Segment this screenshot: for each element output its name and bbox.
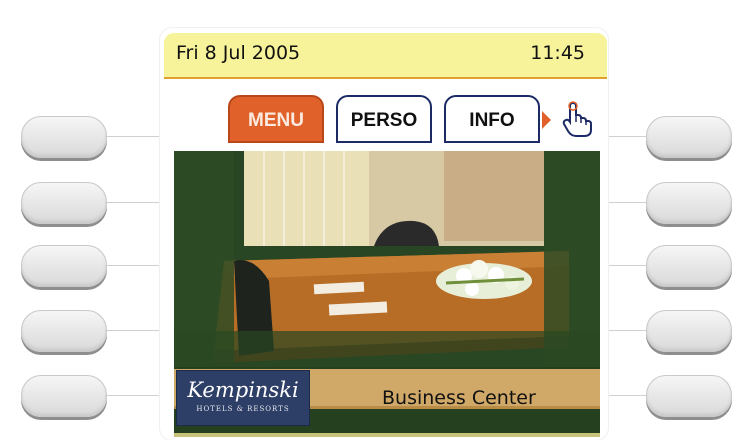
tab-perso[interactable]: PERSO	[336, 95, 432, 143]
left-softkey-2[interactable]	[21, 182, 107, 224]
business-center-photo	[174, 151, 600, 367]
right-softkey-1[interactable]	[646, 116, 732, 158]
left-softkey-1[interactable]	[21, 116, 107, 158]
triangle-right-icon[interactable]	[542, 111, 551, 129]
left-connector-5	[105, 395, 165, 396]
left-softkey-4[interactable]	[21, 310, 107, 352]
left-softkey-5[interactable]	[21, 375, 107, 417]
tab-info[interactable]: INFO	[444, 95, 540, 143]
right-connector-2	[604, 202, 646, 203]
right-connector-4	[604, 330, 646, 331]
left-connector-2	[105, 202, 165, 203]
right-softkey-2[interactable]	[646, 182, 732, 224]
status-bar: Fri 8 Jul 2005 11:45	[164, 33, 607, 79]
right-connector-3	[604, 265, 646, 266]
left-connector-3	[105, 265, 165, 266]
right-softkey-5[interactable]	[646, 375, 732, 417]
kempinski-logo: Kempinski HOTELS & RESORTS	[176, 370, 310, 426]
content-panel[interactable]: Kempinski HOTELS & RESORTS Business Cent…	[174, 151, 600, 435]
right-softkey-3[interactable]	[646, 245, 732, 287]
hand-pointer-icon[interactable]	[556, 98, 598, 140]
bottom-border	[174, 433, 600, 437]
left-connector-4	[105, 330, 165, 331]
status-date: Fri 8 Jul 2005	[176, 42, 301, 64]
business-center-label[interactable]: Business Center	[382, 387, 536, 409]
right-softkey-4[interactable]	[646, 310, 732, 352]
left-connector-1	[105, 136, 165, 137]
right-connector-5	[604, 395, 646, 396]
status-time: 11:45	[530, 42, 585, 64]
left-softkey-3[interactable]	[21, 245, 107, 287]
right-connector-1	[604, 136, 646, 137]
tab-menu[interactable]: MENU	[228, 95, 324, 143]
